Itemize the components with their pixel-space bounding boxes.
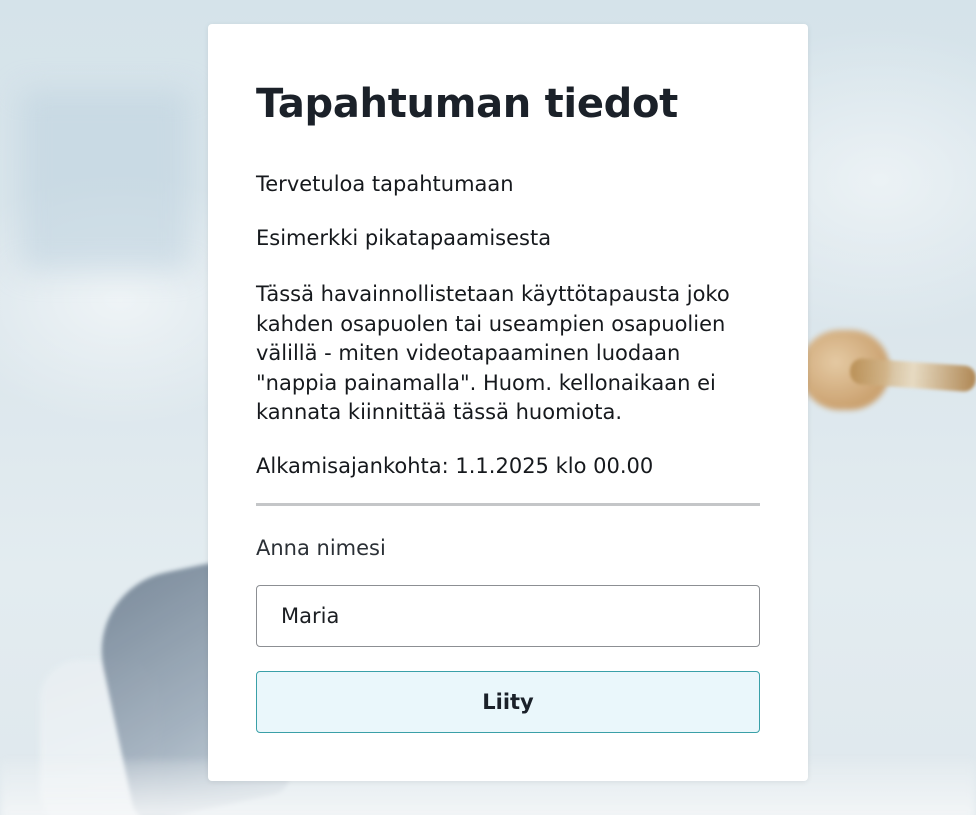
name-input[interactable] (256, 585, 760, 647)
welcome-text: Tervetuloa tapahtumaan (256, 172, 514, 196)
divider (256, 503, 760, 506)
event-start-time: Alkamisajankohta: 1.1.2025 klo 00.00 (256, 454, 654, 478)
name-field-label: Anna nimesi (256, 536, 386, 560)
background-window-shape (20, 90, 190, 270)
event-details-card: Tapahtuman tiedot Tervetuloa tapahtumaan… (208, 24, 808, 781)
event-description: Tässä havainnollistetaan käyttötapausta … (256, 282, 730, 424)
event-name: Esimerkki pikatapaamisesta (256, 226, 552, 250)
page-title: Tapahtuman tiedot (256, 81, 678, 127)
join-button[interactable]: Liity (256, 671, 760, 733)
